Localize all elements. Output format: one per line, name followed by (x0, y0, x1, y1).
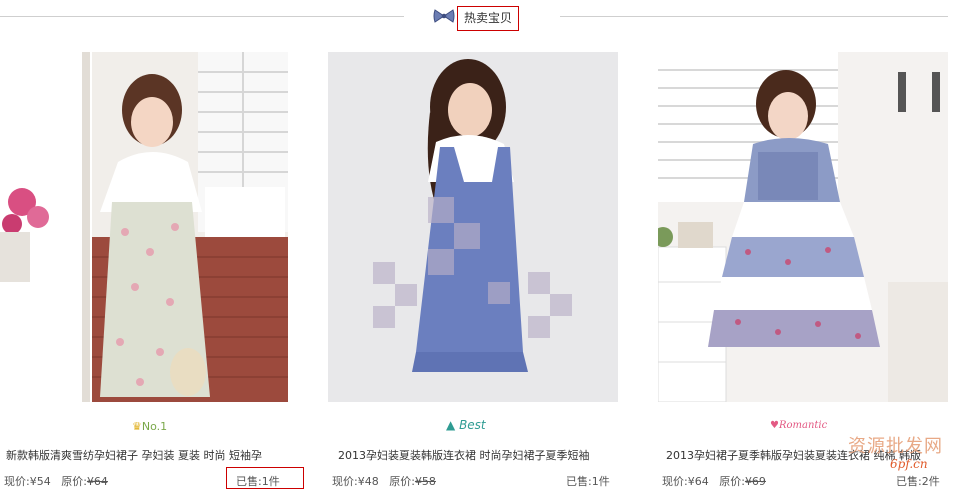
product-image[interactable] (0, 52, 288, 402)
heart-icon: ♥ (770, 420, 779, 431)
current-price: ¥48 (357, 475, 379, 488)
original-price: ¥64 (86, 475, 108, 488)
original-price: ¥58 (414, 475, 436, 488)
product-image[interactable] (328, 52, 618, 402)
price-label: 现价: (662, 475, 688, 488)
current-price: ¥64 (687, 475, 709, 488)
watermark-url: 6pf.cn (890, 457, 928, 471)
crown-icon: ♛ (132, 420, 142, 433)
watermark-text: 资源批发网 (848, 436, 943, 457)
original-price: ¥69 (744, 475, 766, 488)
section-title: 热卖宝贝 (457, 6, 519, 31)
header-divider-right (560, 16, 948, 17)
badge-best: ▲ Best (446, 418, 486, 432)
badge-no1: ♛No.1 (132, 420, 168, 433)
price-label: 现价: (4, 475, 30, 488)
badge-romantic: ♥Romantic (770, 420, 828, 431)
product-name-link[interactable]: 2013孕妇装夏装韩版连衣裙 时尚孕妇裙子夏季短袖 (338, 447, 628, 463)
product-name-link[interactable]: 新款韩版清爽雪纺孕妇裙子 孕妇装 夏装 时尚 短袖孕 (6, 447, 296, 463)
product-price-line: 现价:¥54 原价:¥64 (4, 473, 108, 489)
sold-count: 已售:2件 (896, 475, 940, 488)
product-image[interactable] (658, 52, 948, 402)
product-card[interactable]: ▲ Best 2013孕妇装夏装韩版连衣裙 时尚孕妇裙子夏季短袖 现价:¥48 … (328, 52, 628, 492)
sold-highlight (226, 467, 304, 489)
product-price-line: 现价:¥48 原价:¥58 (332, 473, 436, 489)
sold-count: 已售:1件 (566, 475, 610, 488)
orig-price-label: 原价: (61, 475, 87, 488)
bow-icon (433, 9, 455, 23)
current-price: ¥54 (29, 475, 51, 488)
price-label: 现价: (332, 475, 358, 488)
triangle-icon: ▲ (446, 418, 456, 432)
product-card[interactable]: ♛No.1 新款韩版清爽雪纺孕妇裙子 孕妇装 夏装 时尚 短袖孕 现价:¥54 … (0, 52, 304, 492)
product-card[interactable]: ♥Romantic 2013孕妇裙子夏季韩版孕妇装夏装连衣裙 纯棉 韩版 现价:… (658, 52, 958, 492)
product-price-line: 现价:¥64 原价:¥69 (662, 473, 766, 489)
header-divider-left (0, 16, 404, 17)
orig-price-label: 原价: (719, 475, 745, 488)
orig-price-label: 原价: (389, 475, 415, 488)
